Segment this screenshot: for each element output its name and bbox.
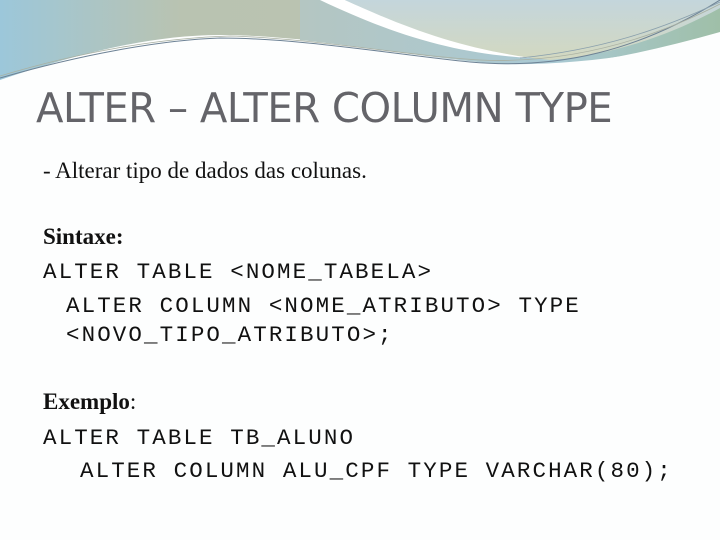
example-label-colon: :	[129, 389, 137, 414]
example-code-line: ALTER COLUMN ALU_CPF TYPE VARCHAR(80);	[80, 458, 673, 484]
slide: ALTER – ALTER COLUMN TYPE - Alterar tipo…	[0, 0, 720, 540]
syntax-label-colon: :	[115, 224, 124, 249]
syntax-code-line: ALTER COLUMN <NOME_ATRIBUTO> TYPE	[66, 293, 581, 319]
header-wave-decoration	[0, 0, 720, 90]
example-label: Exemplo:	[43, 389, 136, 415]
example-code-line: ALTER TABLE TB_ALUNO	[43, 425, 356, 451]
slide-title: ALTER – ALTER COLUMN TYPE	[36, 84, 613, 132]
syntax-label: Sintaxe:	[43, 224, 124, 250]
syntax-code-line: ALTER TABLE <NOME_TABELA>	[43, 259, 434, 285]
example-label-text: Exemplo	[43, 389, 130, 414]
syntax-code-line: <NOVO_TIPO_ATRIBUTO>;	[66, 322, 394, 348]
syntax-label-text: Sintaxe	[43, 224, 116, 249]
description-bullet: - Alterar tipo de dados das colunas.	[43, 158, 367, 183]
